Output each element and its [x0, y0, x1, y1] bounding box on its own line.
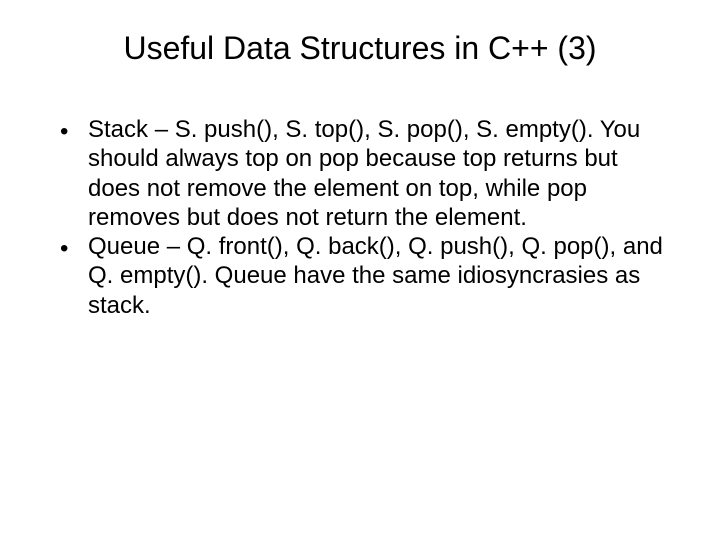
slide-title: Useful Data Structures in C++ (3) — [50, 30, 670, 67]
slide-body: • Stack – S. push(), S. top(), S. pop(),… — [50, 115, 670, 320]
bullet-marker: • — [60, 232, 88, 263]
list-item: • Queue – Q. front(), Q. back(), Q. push… — [60, 232, 670, 320]
list-item: • Stack – S. push(), S. top(), S. pop(),… — [60, 115, 670, 232]
bullet-text: Stack – S. push(), S. top(), S. pop(), S… — [88, 115, 670, 232]
bullet-text: Queue – Q. front(), Q. back(), Q. push()… — [88, 232, 670, 320]
bullet-marker: • — [60, 115, 88, 146]
